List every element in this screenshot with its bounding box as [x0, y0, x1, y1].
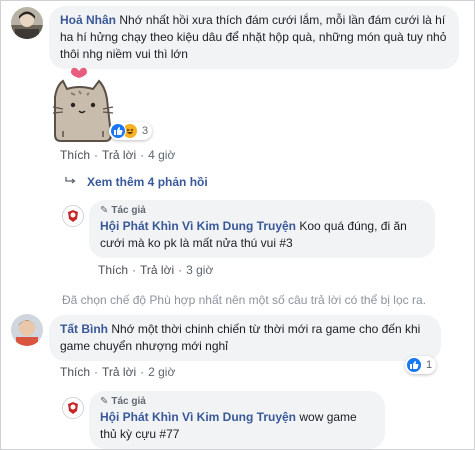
pen-icon: ✎: [100, 396, 109, 407]
reply-arrow-icon: [65, 175, 77, 189]
timestamp[interactable]: 3 giờ: [186, 263, 213, 277]
author-tag: ✎ Tác giả: [100, 205, 146, 216]
avatar-hoa-nhan[interactable]: [11, 7, 43, 39]
page-avatar-icon[interactable]: [62, 205, 84, 227]
reaction-summary[interactable]: 3: [109, 122, 153, 140]
pen-icon: ✎: [100, 205, 109, 216]
reaction-count: 1: [426, 359, 433, 371]
reply-actions: Thích · Trả lời · 3 giờ: [98, 263, 214, 277]
like-link[interactable]: Thích: [98, 263, 128, 277]
reply-author[interactable]: Hội Phát Khìn Vì Kim Dung Truyện: [100, 410, 296, 424]
comment-section: Hoả Nhân Nhớ nhất hồi xưa thích đám cưới…: [0, 0, 475, 450]
like-reaction-icon: [406, 357, 422, 373]
like-link[interactable]: Thích: [60, 148, 90, 162]
avatar-tat-binh[interactable]: [11, 314, 43, 346]
filter-notice: Đã chọn chế độ Phù hợp nhất nên một số c…: [62, 293, 426, 307]
page-avatar-icon[interactable]: [62, 397, 84, 419]
comment-author[interactable]: Tất Bình: [60, 322, 108, 336]
reaction-count: 3: [142, 125, 149, 137]
reply-link[interactable]: Trả lời: [140, 263, 174, 277]
reaction-summary[interactable]: 1: [405, 356, 437, 374]
comment-bubble: Hoả Nhân Nhớ nhất hồi xưa thích đám cưới…: [49, 6, 459, 69]
comment-text: Nhớ một thời chinh chiến từ thời mới ra …: [60, 322, 421, 353]
reply-link[interactable]: Trả lời: [102, 365, 136, 379]
view-more-replies-link[interactable]: Xem thêm 4 phản hồi: [65, 175, 208, 189]
reply-bubble: ✎ Tác giả Hội Phát Khìn Vì Kim Dung Truyệ…: [89, 200, 435, 258]
author-tag: ✎ Tác giả: [100, 396, 146, 407]
pusheen-cat-sticker: [49, 65, 117, 145]
timestamp[interactable]: 2 giờ: [148, 365, 175, 379]
like-link[interactable]: Thích: [60, 365, 90, 379]
comment-actions: Thích · Trả lời · 2 giờ: [60, 365, 176, 379]
comment-author[interactable]: Hoả Nhân: [60, 13, 116, 27]
reply-bubble: ✎ Tác giả Hội Phát Khìn Vì Kim Dung Truyệ…: [89, 391, 385, 449]
comment-text: Nhớ nhất hồi xưa thích đám cưới lắm, mỗi…: [60, 13, 447, 61]
comment-bubble: Tất Bình Nhớ một thời chinh chiến từ thờ…: [49, 315, 441, 361]
like-reaction-icon: [110, 123, 126, 139]
timestamp[interactable]: 4 giờ: [148, 148, 175, 162]
reply-author[interactable]: Hội Phát Khìn Vì Kim Dung Truyện: [100, 219, 296, 233]
view-more-replies-label: Xem thêm 4 phản hồi: [87, 175, 208, 189]
comment-actions: Thích · Trả lời · 4 giờ: [60, 148, 176, 162]
reply-link[interactable]: Trả lời: [102, 148, 136, 162]
